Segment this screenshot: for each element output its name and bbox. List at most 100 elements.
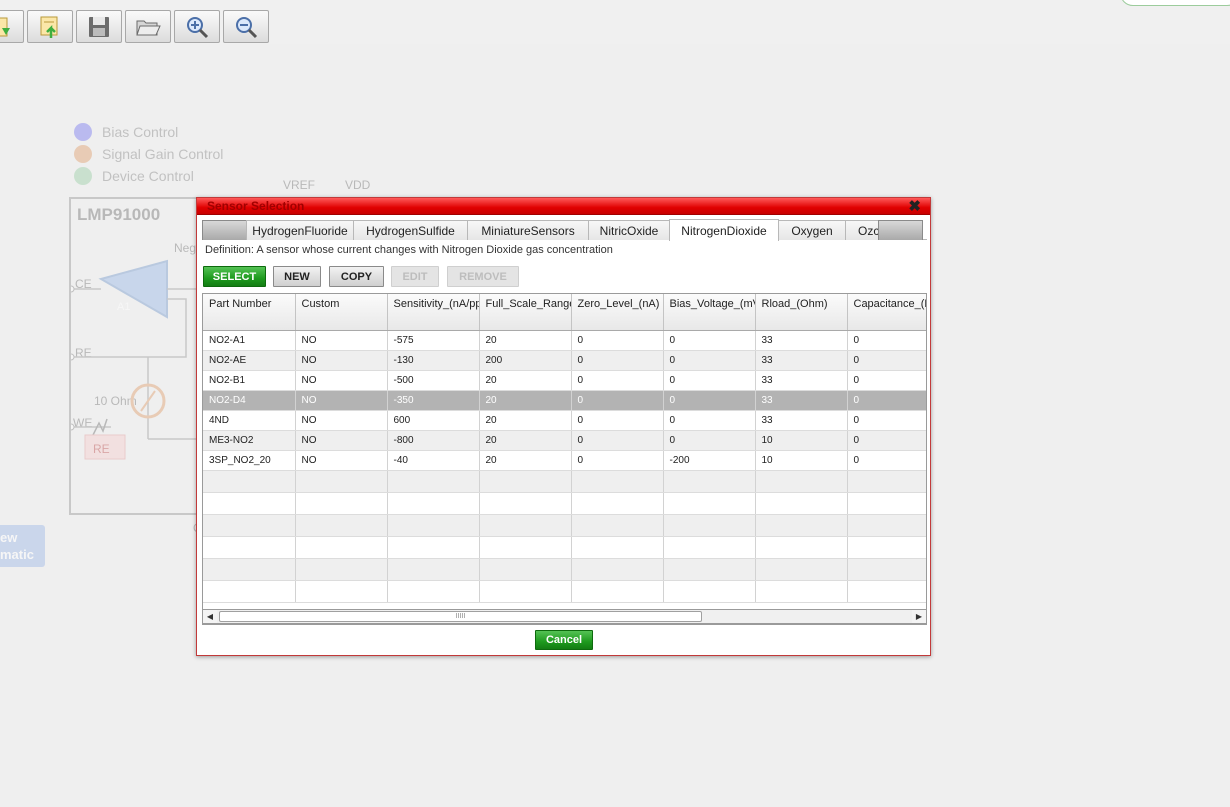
table-cell	[663, 492, 756, 515]
table-cell: 0	[847, 370, 926, 391]
table-row[interactable]: NO2-AE NO -130 200 0 0 33 0	[203, 350, 926, 371]
table-cell: -130	[387, 350, 480, 371]
table-cell: NO2-B1	[203, 370, 296, 391]
lmp91000-block[interactable]: LMP91000 Neg CE RE WE 10 Ohm A1 RE O	[69, 197, 211, 535]
column-header[interactable]: Sensitivity_(nA/ppm)	[387, 294, 480, 331]
column-header[interactable]: Full_Scale_Range_(ppm)	[479, 294, 572, 331]
empty-table-row	[203, 558, 926, 581]
tab-oxygen[interactable]: Oxygen	[778, 220, 846, 240]
folder-icon	[136, 20, 161, 35]
save-button[interactable]	[76, 10, 122, 43]
scroll-left-arrow-icon[interactable]: ◀	[203, 610, 217, 623]
table-cell	[847, 536, 926, 559]
empty-table-row	[203, 492, 926, 515]
table-cell	[847, 514, 926, 537]
table-cell: NO	[295, 330, 388, 351]
load-config-button[interactable]	[0, 10, 24, 43]
new-button[interactable]: NEW	[273, 266, 321, 287]
table-cell	[847, 492, 926, 515]
close-icon[interactable]: ✖	[908, 197, 921, 215]
table-row[interactable]: NO2-D4 NO -350 20 0 0 33 0	[203, 390, 926, 411]
zoom-in-button[interactable]	[174, 10, 220, 43]
table-cell	[387, 492, 480, 515]
table-cell: NO2-AE	[203, 350, 296, 371]
tab-scroll-left[interactable]	[202, 220, 247, 240]
table-row[interactable]: NO2-A1 NO -575 20 0 0 33 0	[203, 330, 926, 351]
table-cell: 0	[571, 410, 664, 431]
scrollbar-thumb[interactable]: IIIII	[219, 611, 702, 622]
tab-nitric-oxide[interactable]: NitricOxide	[588, 220, 670, 240]
column-header[interactable]: Custom	[295, 294, 388, 331]
tab-hydrogen-fluoride[interactable]: HydrogenFluoride	[246, 220, 354, 240]
table-cell	[295, 492, 388, 515]
schematic-wiring	[71, 259, 211, 460]
tab-scroll-right[interactable]	[878, 220, 923, 240]
scroll-right-arrow-icon[interactable]: ▶	[912, 610, 926, 623]
horizontal-scrollbar[interactable]: ◀ IIIII ▶	[202, 609, 927, 624]
column-header[interactable]: Rload_(Ohm)	[755, 294, 848, 331]
table-cell	[663, 558, 756, 581]
table-cell: 0	[663, 430, 756, 451]
empty-table-row	[203, 514, 926, 537]
legend-bias-control[interactable]: Bias Control	[74, 123, 178, 141]
table-row[interactable]: NO2-B1 NO -500 20 0 0 33 0	[203, 370, 926, 391]
column-header[interactable]: Part Number	[203, 294, 296, 331]
main-toolbar	[0, 0, 1230, 44]
tab-miniature-sensors[interactable]: MiniatureSensors	[467, 220, 589, 240]
table-cell: 20	[479, 450, 572, 471]
table-cell: NO	[295, 430, 388, 451]
table-cell	[387, 470, 480, 493]
export-icon	[40, 16, 58, 38]
table-cell	[663, 580, 756, 603]
table-cell	[755, 536, 848, 559]
tab-nitrogen-dioxide[interactable]: NitrogenDioxide	[669, 219, 779, 241]
legend-signal-gain-control[interactable]: Signal Gain Control	[74, 145, 223, 163]
zoom-out-button[interactable]	[223, 10, 269, 43]
dialog-title: Sensor Selection	[207, 199, 305, 213]
table-cell: 33	[755, 390, 848, 411]
table-cell	[203, 536, 296, 559]
edit-button[interactable]: EDIT	[391, 266, 439, 287]
status-indicator	[1120, 0, 1230, 6]
a1-label: A1	[117, 301, 131, 313]
open-folder-button[interactable]	[125, 10, 171, 43]
table-cell	[571, 470, 664, 493]
table-cell: ME3-NO2	[203, 430, 296, 451]
select-button[interactable]: SELECT	[203, 266, 266, 287]
table-cell	[387, 558, 480, 581]
table-cell	[295, 536, 388, 559]
remove-button[interactable]: REMOVE	[447, 266, 519, 287]
tab-hydrogen-sulfide[interactable]: HydrogenSulfide	[353, 220, 468, 240]
table-cell: -575	[387, 330, 480, 351]
table-cell	[571, 580, 664, 603]
load-icon	[0, 17, 10, 36]
table-cell: 33	[755, 370, 848, 391]
table-cell: 0	[663, 350, 756, 371]
zoom-out-icon	[236, 16, 258, 38]
vdd-label: VDD	[345, 178, 371, 192]
column-header[interactable]: Bias_Voltage_(mV)	[663, 294, 756, 331]
sensor-type-tabs: HydrogenFluoride HydrogenSulfide Miniatu…	[202, 219, 927, 241]
table-row[interactable]: 4ND NO 600 20 0 0 33 0	[203, 410, 926, 431]
column-header[interactable]: Zero_Level_(nA)	[571, 294, 664, 331]
table-cell: NO	[295, 370, 388, 391]
table-cell: NO2-D4	[203, 390, 296, 411]
table-cell	[479, 470, 572, 493]
legend-device-control[interactable]: Device Control	[74, 167, 194, 185]
dialog-title-bar[interactable]: Sensor Selection ✖	[197, 198, 930, 215]
table-cell: 0	[571, 370, 664, 391]
table-cell: 33	[755, 330, 848, 351]
table-cell: 0	[571, 390, 664, 411]
column-header[interactable]: Capacitance_(Farad)	[847, 294, 926, 331]
copy-button[interactable]: COPY	[329, 266, 384, 287]
sensor-table: Part Number Custom Sensitivity_(nA/ppm) …	[202, 293, 927, 625]
new-schematic-button[interactable]: ew matic	[0, 525, 45, 567]
table-row[interactable]: 3SP_NO2_20 NO -40 20 0 -200 10 0	[203, 450, 926, 471]
table-cell	[571, 492, 664, 515]
table-cell: 0	[571, 330, 664, 351]
table-cell	[479, 536, 572, 559]
table-cell: 33	[755, 410, 848, 431]
cancel-button[interactable]: Cancel	[535, 630, 593, 650]
table-row[interactable]: ME3-NO2 NO -800 20 0 0 10 0	[203, 430, 926, 451]
export-config-button[interactable]	[27, 10, 73, 43]
